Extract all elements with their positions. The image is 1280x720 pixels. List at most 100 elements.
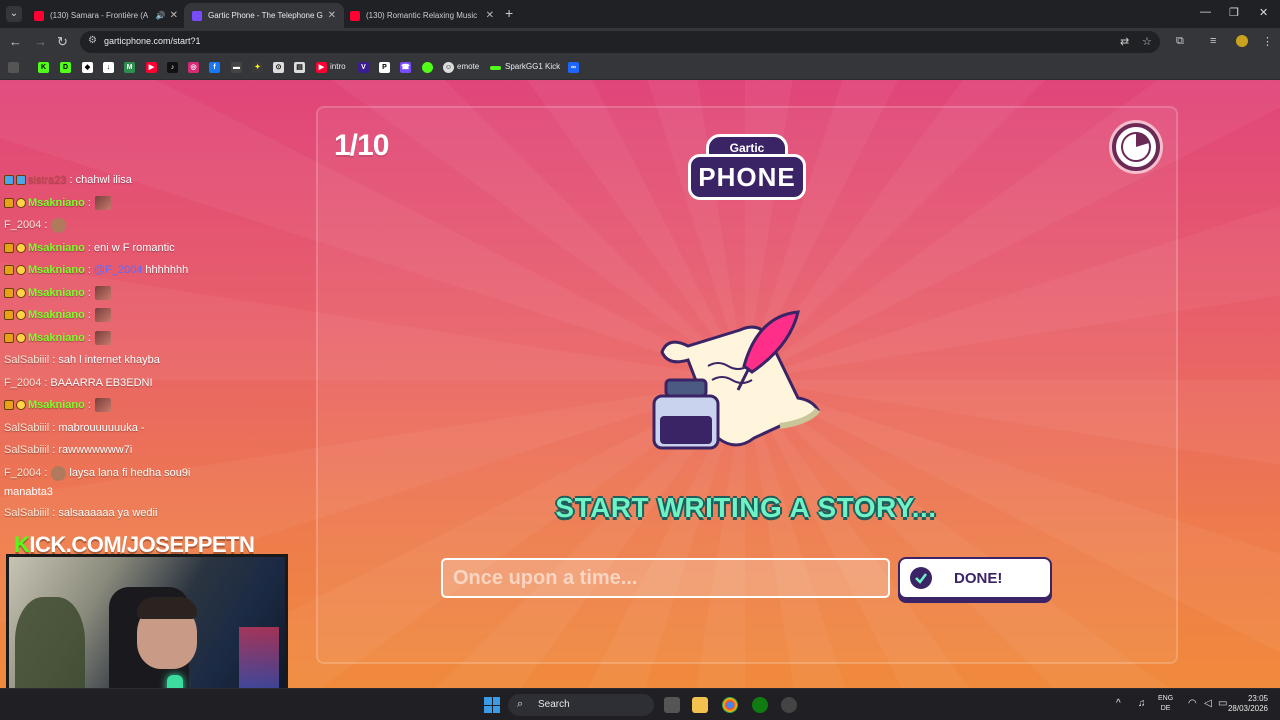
chat-username: F_2004 — [4, 377, 42, 389]
bookmark-icon[interactable]: ⊙ — [273, 62, 284, 73]
bookmark-intro[interactable]: intro — [330, 62, 346, 71]
emote-icon — [51, 465, 67, 481]
chat-text: : — [87, 309, 91, 321]
bookmark-icon[interactable]: ◆ — [82, 62, 93, 73]
tray-chevron-icon[interactable]: ^ — [1116, 698, 1121, 709]
youtube-icon[interactable]: ▶ — [316, 62, 327, 73]
menu-dots-icon[interactable]: ⋮ — [1262, 35, 1273, 48]
badge-icon — [4, 175, 14, 185]
search-icon: ⌕ — [517, 698, 524, 710]
bookmark-icon[interactable]: ▤ — [294, 62, 305, 73]
bookmark-icon[interactable]: ✦ — [252, 62, 263, 73]
chat-message: Msakniano : — [4, 329, 111, 347]
youtube-icon — [34, 10, 44, 21]
restore-button[interactable]: ❐ — [1229, 6, 1239, 19]
file-explorer-icon[interactable] — [692, 697, 708, 713]
chat-text: : eni w F romantic — [87, 242, 175, 254]
task-view-icon[interactable] — [664, 697, 680, 713]
microphone-icon[interactable]: ♫ — [1138, 698, 1146, 709]
tab-romantic-music[interactable]: (130) Romantic Relaxing Music ✕ — [342, 3, 502, 28]
chat-message: Msakniano : @F_2004 hhhhhhh — [4, 261, 188, 279]
story-input[interactable] — [441, 558, 890, 598]
url-text[interactable]: garticphone.com/start?1 — [104, 36, 201, 46]
forward-button[interactable]: → — [34, 34, 47, 49]
badge-icon — [16, 265, 26, 275]
chat-text: : sah l internet khayba — [52, 354, 160, 366]
bookmark-icon[interactable]: M — [124, 62, 135, 73]
minimize-button[interactable]: — — [1200, 6, 1211, 18]
bookmark-icon[interactable]: V — [358, 62, 369, 73]
steam-icon[interactable] — [781, 697, 797, 713]
extensions-icon[interactable]: ⧉ — [1176, 35, 1184, 48]
tiktok-icon[interactable]: ♪ — [167, 62, 178, 73]
webcam-overlay — [6, 554, 288, 688]
bookmark-icon[interactable]: D — [60, 62, 71, 73]
chat-text: : BAAARRA EB3EDNI — [44, 377, 153, 389]
site-info-icon[interactable]: ⚙ — [88, 35, 97, 46]
clock-time: 23:05 — [1247, 694, 1268, 703]
tab-samara[interactable]: (130) Samara - Frontière (A 🔊 ✕ — [26, 3, 186, 28]
kick-icon[interactable] — [490, 66, 501, 70]
bookmark-icon[interactable] — [422, 62, 433, 73]
reload-button[interactable]: ↻ — [57, 34, 68, 50]
chat-username: Msakniano — [28, 287, 85, 299]
chrome-icon[interactable] — [722, 697, 738, 713]
instagram-icon[interactable]: ◎ — [188, 62, 199, 73]
emote-icon — [94, 308, 111, 322]
bookmark-icon[interactable]: ☺ — [443, 62, 454, 73]
bookmark-icon[interactable]: ☎ — [400, 62, 411, 73]
chat-text: : salsaaaaaa ya wedii — [52, 507, 158, 519]
taskbar-search[interactable]: ⌕ Search — [508, 694, 654, 716]
chat-text: hhhhhhh — [145, 264, 189, 276]
emote-icon — [51, 217, 67, 233]
download-icon[interactable]: ↓ — [103, 62, 114, 73]
badge-icon — [4, 243, 14, 253]
translate-icon[interactable]: ⇄ — [1120, 35, 1129, 48]
close-tab-icon[interactable]: ✕ — [486, 10, 494, 21]
badge-icon — [16, 288, 26, 298]
chat-mention: @F_2004 — [93, 264, 143, 276]
url-bar[interactable]: ⚙ garticphone.com/start?1 ⇄ ☆ — [80, 31, 1160, 53]
wifi-icon[interactable]: ◠ — [1188, 698, 1197, 709]
tab-search-button[interactable]: ⌄ — [6, 6, 22, 22]
scroll-quill-illustration — [652, 310, 821, 450]
chat-username: SalSabiiil — [4, 422, 50, 434]
chat-username: SalSabiiil — [4, 507, 50, 519]
bookmark-emote[interactable]: emote — [457, 62, 479, 71]
chat-username: Msakniano — [28, 332, 85, 344]
chat-message: SalSabiiil : mabrouuuuuuka - — [4, 419, 145, 437]
close-tab-icon[interactable]: ✕ — [328, 10, 336, 21]
windows-start-button[interactable] — [484, 697, 500, 713]
tab-gartic-phone[interactable]: Gartic Phone - The Telephone G ✕ — [184, 3, 344, 28]
volume-icon[interactable]: ◁ — [1204, 698, 1212, 709]
profile-avatar[interactable] — [1236, 35, 1248, 47]
done-button[interactable]: DONE! — [898, 557, 1052, 599]
bookmark-sparkgg1-kick[interactable]: SparkGG1 Kick — [505, 62, 560, 71]
chat-username: SalSabiiil — [4, 444, 50, 456]
apps-grid-icon[interactable] — [8, 62, 19, 73]
chat-text-wrap: manabta3 — [4, 486, 53, 498]
bookmark-icon[interactable]: ▬ — [231, 62, 242, 73]
badge-icon — [4, 400, 14, 410]
language-indicator[interactable]: ENG DE — [1158, 694, 1173, 714]
close-window-button[interactable]: ✕ — [1259, 6, 1268, 19]
back-button[interactable]: ← — [9, 34, 22, 49]
tab-title: (130) Samara - Frontière (A — [50, 11, 149, 20]
kick-icon[interactable]: K — [38, 62, 49, 73]
speaker-icon[interactable]: 🔊 — [156, 11, 166, 20]
facebook-icon[interactable]: f — [209, 62, 220, 73]
reading-list-icon[interactable]: ≡ — [1210, 35, 1216, 47]
plant-shape — [15, 597, 85, 688]
xbox-icon[interactable] — [752, 697, 768, 713]
badge-icon — [16, 400, 26, 410]
chat-username: Msakniano — [28, 264, 85, 276]
bookmark-icon[interactable]: P — [379, 62, 390, 73]
system-clock[interactable]: 23:05 28/03/2026 — [1226, 694, 1268, 714]
close-tab-icon[interactable]: ✕ — [170, 10, 178, 21]
badge-icon — [16, 310, 26, 320]
new-tab-button[interactable]: + — [505, 5, 513, 21]
chat-username: sistra23 — [28, 174, 67, 186]
bookmark-star-icon[interactable]: ☆ — [1142, 35, 1152, 48]
youtube-icon[interactable]: ▶ — [146, 62, 157, 73]
meta-icon[interactable]: ∞ — [568, 62, 579, 73]
